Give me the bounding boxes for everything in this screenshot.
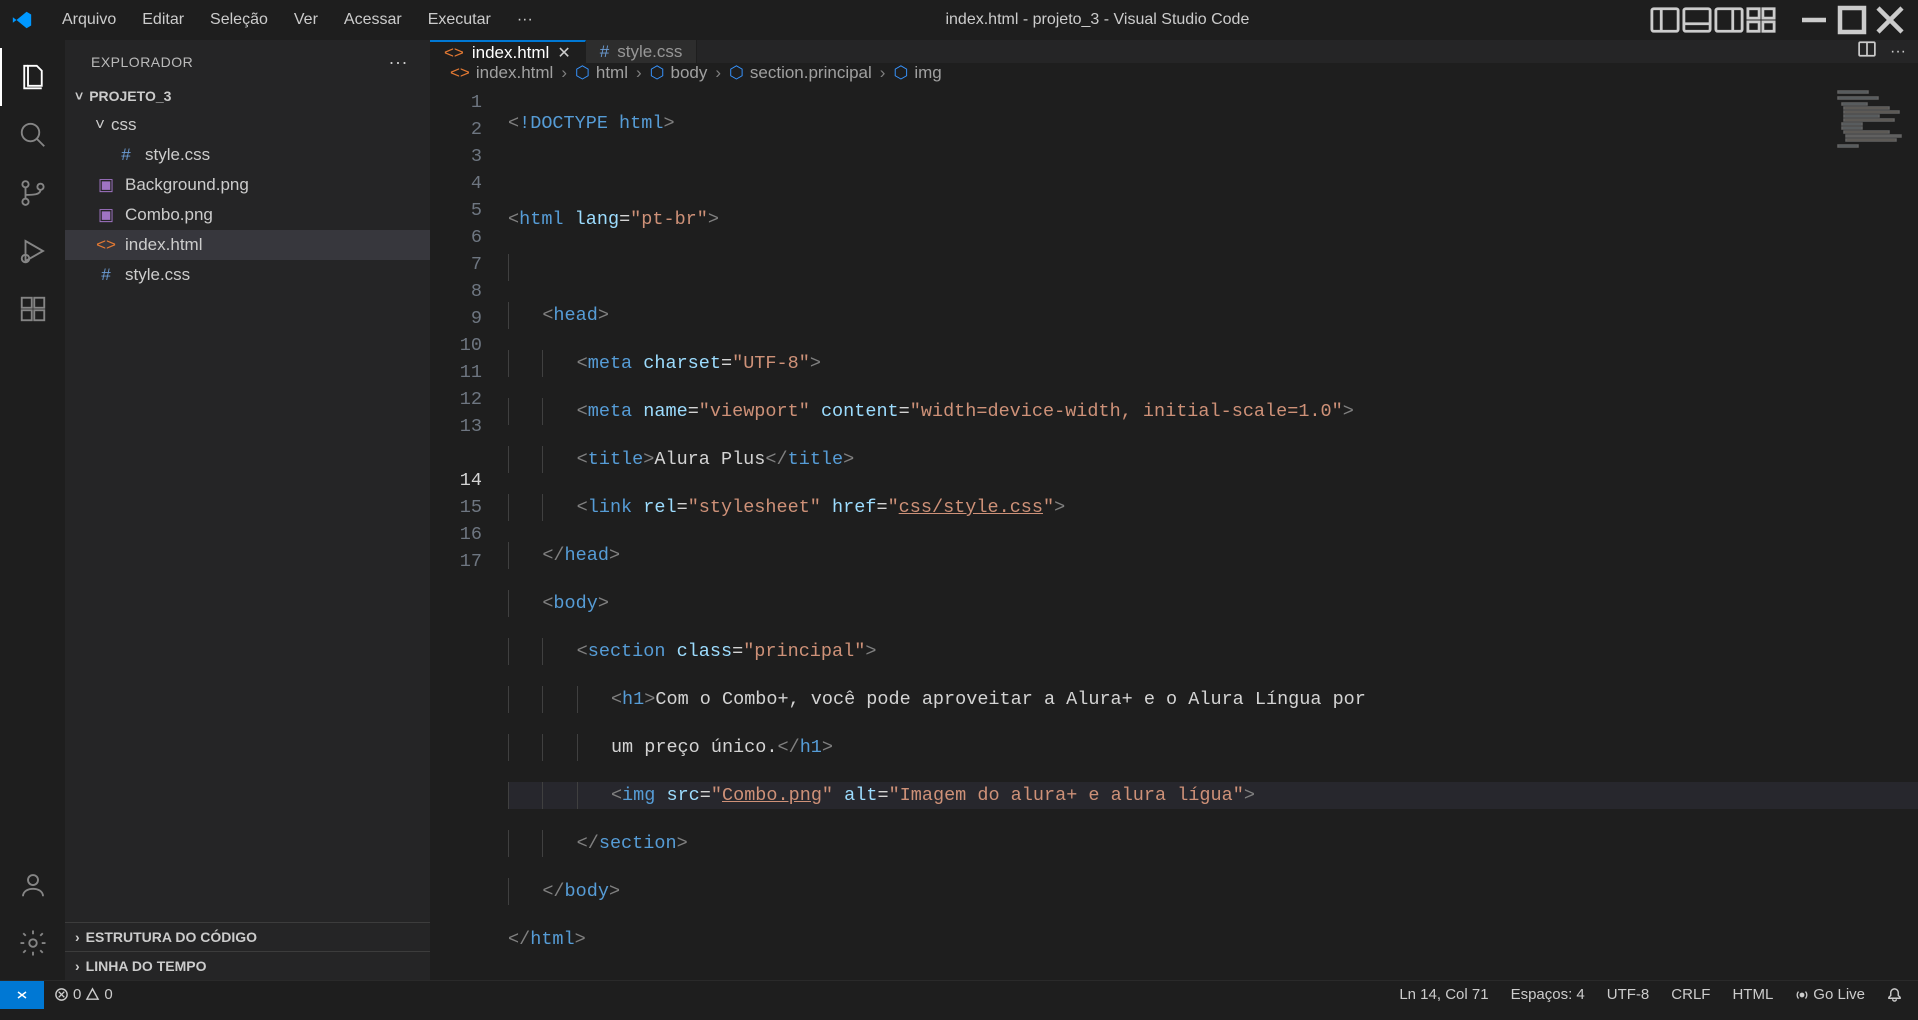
- search-icon: [18, 120, 48, 150]
- tab-index-html[interactable]: <> index.html ✕: [430, 40, 586, 63]
- activity-explorer[interactable]: [0, 48, 65, 106]
- timeline-label: LINHA DO TEMPO: [86, 958, 207, 974]
- breadcrumb-section[interactable]: section.principal: [750, 63, 872, 83]
- activity-settings[interactable]: [0, 914, 65, 972]
- git-branch-icon: [18, 178, 48, 208]
- menu-more[interactable]: ···: [505, 5, 545, 35]
- minimap[interactable]: [1834, 89, 1904, 149]
- file-label: Combo.png: [125, 205, 213, 225]
- error-count: 0: [73, 986, 81, 1003]
- file-label: index.html: [125, 235, 202, 255]
- extensions-icon: [18, 294, 48, 324]
- outline-section[interactable]: › ESTRUTURA DO CÓDIGO: [65, 922, 430, 951]
- warning-icon: [85, 987, 100, 1002]
- file-style-css-root[interactable]: # style.css: [65, 260, 430, 290]
- status-problems[interactable]: 0 0: [54, 986, 113, 1003]
- split-editor-icon[interactable]: [1858, 40, 1876, 63]
- files-icon: [18, 62, 48, 92]
- css-file-icon: #: [95, 264, 117, 286]
- titlebar: Arquivo Editar Seleção Ver Acessar Execu…: [0, 0, 1918, 40]
- folder-css[interactable]: ˅ css: [65, 110, 430, 140]
- file-tree: ˅ css # style.css ▣ Background.png ▣ Com…: [65, 108, 430, 922]
- file-label: style.css: [145, 145, 210, 165]
- image-file-icon: ▣: [95, 174, 117, 196]
- image-file-icon: ▣: [95, 204, 117, 226]
- remote-button[interactable]: [0, 981, 44, 1009]
- symbol-icon: ⬡: [575, 63, 590, 83]
- close-button[interactable]: [1872, 6, 1908, 34]
- breadcrumb[interactable]: <>index.html › ⬡html › ⬡body › ⬡section.…: [430, 63, 1918, 83]
- tab-label: index.html: [472, 43, 549, 63]
- symbol-icon: ⬡: [893, 63, 908, 83]
- gear-icon: [18, 928, 48, 958]
- menu-editar[interactable]: Editar: [130, 5, 196, 35]
- html-file-icon: <>: [95, 234, 117, 256]
- chevron-right-icon: ›: [75, 958, 80, 974]
- error-icon: [54, 987, 69, 1002]
- breadcrumb-body[interactable]: body: [671, 63, 708, 83]
- breadcrumb-file[interactable]: index.html: [476, 63, 553, 83]
- project-name: PROJETO_3: [89, 88, 171, 104]
- editor-more-icon[interactable]: ···: [1890, 43, 1906, 61]
- menu-executar[interactable]: Executar: [416, 5, 503, 35]
- html-file-icon: <>: [450, 63, 470, 83]
- file-style-css-nested[interactable]: # style.css: [65, 140, 430, 170]
- vscode-logo-icon: [10, 8, 34, 32]
- menu-acessar[interactable]: Acessar: [332, 5, 414, 35]
- file-combo-png[interactable]: ▣ Combo.png: [65, 200, 430, 230]
- activity-source-control[interactable]: [0, 164, 65, 222]
- activity-bar: [0, 40, 65, 980]
- folder-label: css: [111, 115, 137, 135]
- sidebar-explorer: EXPLORADOR ··· ˅ PROJETO_3 ˅ css # style…: [65, 40, 430, 980]
- tab-label: style.css: [617, 42, 682, 62]
- activity-debug[interactable]: [0, 222, 65, 280]
- chevron-down-icon: ˅: [75, 88, 83, 104]
- timeline-section[interactable]: › LINHA DO TEMPO: [65, 951, 430, 980]
- layout-panel-bottom-icon[interactable]: [1682, 6, 1712, 34]
- layout-customize-icon[interactable]: [1746, 6, 1776, 34]
- sidebar-more-icon[interactable]: ···: [389, 52, 408, 73]
- outline-label: ESTRUTURA DO CÓDIGO: [86, 929, 257, 945]
- css-file-icon: #: [115, 144, 137, 166]
- file-label: style.css: [125, 265, 190, 285]
- html-file-icon: <>: [444, 43, 464, 63]
- breadcrumb-html[interactable]: html: [596, 63, 628, 83]
- menu-ver[interactable]: Ver: [282, 5, 330, 35]
- editor-area: <> index.html ✕ # style.css ··· <>index.…: [430, 40, 1918, 980]
- menu-arquivo[interactable]: Arquivo: [50, 5, 128, 35]
- tab-bar: <> index.html ✕ # style.css ···: [430, 40, 1918, 63]
- sidebar-title: EXPLORADOR: [91, 54, 193, 70]
- minimize-button[interactable]: [1796, 6, 1832, 34]
- chevron-down-icon: ˅: [91, 115, 109, 135]
- activity-extensions[interactable]: [0, 280, 65, 338]
- close-tab-icon[interactable]: ✕: [557, 43, 570, 63]
- chevron-right-icon: ›: [75, 929, 80, 945]
- account-icon: [18, 870, 48, 900]
- file-label: Background.png: [125, 175, 249, 195]
- project-header[interactable]: ˅ PROJETO_3: [65, 84, 430, 108]
- line-number-gutter: 1 2 3 4 5 6 7 8 9 10 11 12 13 14 15 16 1…: [430, 83, 508, 995]
- code-editor[interactable]: 1 2 3 4 5 6 7 8 9 10 11 12 13 14 15 16 1…: [430, 83, 1918, 995]
- file-background-png[interactable]: ▣ Background.png: [65, 170, 430, 200]
- symbol-icon: ⬡: [729, 63, 744, 83]
- debug-icon: [18, 236, 48, 266]
- layout-panel-left-icon[interactable]: [1650, 6, 1680, 34]
- warning-count: 0: [104, 986, 112, 1003]
- code-lines[interactable]: <!DOCTYPE html> <html lang="pt-br"> <hea…: [508, 83, 1918, 995]
- activity-search[interactable]: [0, 106, 65, 164]
- maximize-button[interactable]: [1834, 6, 1870, 34]
- tab-style-css[interactable]: # style.css: [586, 40, 698, 63]
- symbol-icon: ⬡: [650, 63, 665, 83]
- file-index-html[interactable]: <> index.html: [65, 230, 430, 260]
- menubar: Arquivo Editar Seleção Ver Acessar Execu…: [50, 5, 545, 35]
- layout-panel-right-icon[interactable]: [1714, 6, 1744, 34]
- css-file-icon: #: [600, 42, 609, 62]
- window-title: index.html - projeto_3 - Visual Studio C…: [545, 11, 1650, 29]
- breadcrumb-img[interactable]: img: [914, 63, 941, 83]
- menu-selecao[interactable]: Seleção: [198, 5, 280, 35]
- activity-account[interactable]: [0, 856, 65, 914]
